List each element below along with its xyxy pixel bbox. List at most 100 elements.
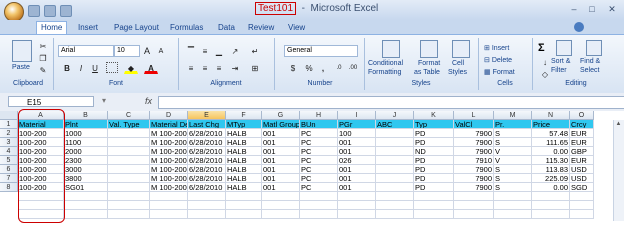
empty-cell[interactable]: [494, 192, 532, 201]
column-header-e[interactable]: E: [188, 111, 226, 120]
table-cell[interactable]: 001: [338, 138, 376, 147]
table-cell[interactable]: HALB: [226, 174, 262, 183]
row-header-3[interactable]: 3: [0, 138, 18, 147]
table-cell[interactable]: 001: [262, 129, 300, 138]
indent-icon[interactable]: ⇥: [228, 62, 242, 75]
cell-label[interactable]: Cell: [452, 60, 464, 67]
merge-center-icon[interactable]: ⊞: [248, 62, 262, 75]
fill-color-icon[interactable]: ◆: [124, 62, 138, 74]
empty-cell[interactable]: [108, 192, 150, 201]
table-cell[interactable]: GBP: [570, 147, 594, 156]
table-cell[interactable]: 7900: [454, 165, 494, 174]
table-cell[interactable]: PC: [300, 183, 338, 192]
table-cell[interactable]: 6/28/2010: [188, 156, 226, 165]
table-cell[interactable]: 001: [262, 147, 300, 156]
table-cell[interactable]: PC: [300, 165, 338, 174]
align-middle-icon[interactable]: ≡: [198, 45, 212, 58]
paste-label[interactable]: Paste: [12, 64, 30, 71]
table-cell[interactable]: 6/28/2010: [188, 129, 226, 138]
autosum-icon[interactable]: Σ: [538, 42, 545, 54]
table-cell[interactable]: M 100-200: [150, 165, 188, 174]
row-header-4[interactable]: 4: [0, 147, 18, 156]
table-cell[interactable]: EUR: [570, 156, 594, 165]
tab-home[interactable]: Home: [36, 21, 68, 35]
table-cell[interactable]: M 100-200: [150, 174, 188, 183]
header-cell[interactable]: Typ: [414, 120, 454, 129]
table-cell[interactable]: 100: [338, 129, 376, 138]
grow-font-icon[interactable]: A: [140, 45, 154, 58]
column-header-b[interactable]: B: [64, 111, 108, 120]
tab-page-layout[interactable]: Page Layout: [114, 22, 159, 34]
empty-cell[interactable]: [376, 210, 414, 219]
empty-cell[interactable]: [188, 201, 226, 210]
number-format-select[interactable]: General: [284, 45, 358, 57]
table-cell[interactable]: S: [494, 174, 532, 183]
header-cell[interactable]: Price: [532, 120, 570, 129]
undo-icon[interactable]: [44, 5, 56, 17]
decrease-decimal-icon[interactable]: .00: [346, 62, 360, 75]
close-icon[interactable]: ✕: [604, 3, 620, 15]
empty-cell[interactable]: [188, 192, 226, 201]
table-cell[interactable]: HALB: [226, 147, 262, 156]
help-icon[interactable]: [574, 22, 584, 32]
table-cell[interactable]: 6/28/2010: [188, 174, 226, 183]
table-cell[interactable]: 001: [262, 138, 300, 147]
table-cell[interactable]: 2300: [64, 156, 108, 165]
empty-cell[interactable]: [226, 210, 262, 219]
minimize-icon[interactable]: –: [566, 3, 582, 15]
table-cell[interactable]: 001: [262, 183, 300, 192]
table-cell[interactable]: 7900: [454, 174, 494, 183]
table-cell[interactable]: PC: [300, 147, 338, 156]
table-cell[interactable]: 7900: [454, 129, 494, 138]
table-cell[interactable]: PD: [414, 156, 454, 165]
format-painter-icon[interactable]: ✎: [36, 64, 50, 77]
scroll-up-icon[interactable]: ▲: [614, 121, 623, 129]
table-cell[interactable]: [376, 129, 414, 138]
table-cell[interactable]: PD: [414, 165, 454, 174]
italic-icon[interactable]: I: [74, 62, 88, 75]
table-cell[interactable]: [108, 129, 150, 138]
table-cell[interactable]: PC: [300, 129, 338, 138]
table-cell[interactable]: 7900: [454, 147, 494, 156]
table-cell[interactable]: HALB: [226, 129, 262, 138]
formula-input[interactable]: [158, 96, 624, 109]
format-label[interactable]: Format: [418, 60, 440, 67]
font-color-icon[interactable]: A: [144, 62, 158, 74]
empty-cell[interactable]: [262, 210, 300, 219]
empty-cell[interactable]: [64, 192, 108, 201]
table-cell[interactable]: PC: [300, 138, 338, 147]
format-as-table-icon[interactable]: [420, 40, 438, 58]
column-header-m[interactable]: M: [494, 111, 532, 120]
header-cell[interactable]: Matl Group: [262, 120, 300, 129]
table-cell[interactable]: [108, 174, 150, 183]
comma-button[interactable]: ,: [316, 62, 330, 75]
table-cell[interactable]: EUR: [570, 129, 594, 138]
empty-cell[interactable]: [300, 201, 338, 210]
find-label[interactable]: Find &: [580, 58, 600, 65]
office-button-icon[interactable]: [4, 2, 24, 22]
insert-function-icon[interactable]: fx: [145, 96, 152, 106]
table-cell[interactable]: PD: [414, 129, 454, 138]
table-cell[interactable]: 3800: [64, 174, 108, 183]
table-cell[interactable]: HALB: [226, 165, 262, 174]
font-size-select[interactable]: 10: [114, 45, 140, 57]
format-cells-button[interactable]: ▦ Format: [484, 68, 515, 76]
row-header-2[interactable]: 2: [0, 129, 18, 138]
table-cell[interactable]: [108, 183, 150, 192]
table-cell[interactable]: 3000: [64, 165, 108, 174]
table-cell[interactable]: 6/28/2010: [188, 165, 226, 174]
tab-view[interactable]: View: [288, 22, 305, 34]
table-cell[interactable]: SG01: [64, 183, 108, 192]
table-cell[interactable]: S: [494, 183, 532, 192]
name-box-dropdown-icon[interactable]: ▾: [102, 96, 106, 105]
table-cell[interactable]: [376, 138, 414, 147]
underline-icon[interactable]: U: [88, 62, 102, 75]
borders-icon[interactable]: [106, 62, 118, 73]
delete-cells-button[interactable]: ⊟ Delete: [484, 56, 512, 64]
empty-cell[interactable]: [108, 210, 150, 219]
table-cell[interactable]: 115.30: [532, 156, 570, 165]
empty-cell[interactable]: [532, 201, 570, 210]
empty-cell[interactable]: [188, 210, 226, 219]
column-header-d[interactable]: D: [150, 111, 188, 120]
empty-cell[interactable]: [570, 192, 594, 201]
